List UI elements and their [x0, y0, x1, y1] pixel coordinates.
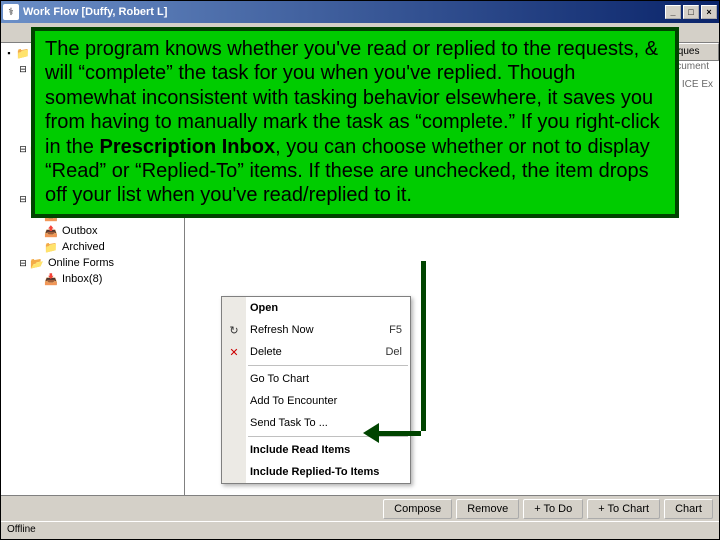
folder-icon: 📁	[15, 46, 31, 60]
outbox-icon: 📤	[43, 224, 59, 238]
inbox-icon: 📥	[43, 272, 59, 286]
close-button[interactable]: ×	[701, 5, 717, 19]
context-menu-separator	[248, 365, 408, 366]
tutorial-bold: Prescription Inbox	[99, 136, 275, 158]
bottom-toolbar: Compose Remove + To Do + To Chart Chart	[1, 495, 719, 521]
tree-item[interactable]: 📥Inbox(8)	[31, 271, 182, 287]
context-menu-shortcut: F5	[389, 324, 402, 336]
context-menu-label: Add To Encounter	[250, 395, 337, 407]
window-title: Work Flow [Duffy, Robert L]	[23, 6, 665, 18]
context-menu-item[interactable]: Open	[222, 297, 410, 319]
status-text: Offline	[7, 524, 36, 535]
tree-group[interactable]: ⊟📂Online Forms	[17, 255, 182, 271]
app-window: ⚕ Work Flow [Duffy, Robert L] _ □ × Docu…	[0, 0, 720, 540]
compose-button[interactable]: Compose	[383, 499, 452, 519]
context-menu-item[interactable]: Include Read Items	[222, 439, 410, 461]
context-menu: Open ↻ Refresh Now F5 ✕ Delete Del Go To Chart A…	[221, 296, 411, 484]
context-menu-label: Include Read Items	[250, 444, 350, 456]
folder-icon: 📂	[29, 256, 45, 270]
app-icon: ⚕	[3, 4, 19, 20]
tochart-button[interactable]: + To Chart	[587, 499, 660, 519]
context-menu-label: Go To Chart	[250, 373, 309, 385]
context-menu-item[interactable]: Add To Encounter	[222, 390, 410, 412]
context-menu-label: Include Replied-To Items	[250, 466, 379, 478]
tutorial-overlay: The program knows whether you've read or…	[31, 27, 679, 218]
context-menu-label: Delete	[250, 346, 282, 358]
tree-item[interactable]: 📁Archived	[31, 239, 182, 255]
context-menu-label: Open	[250, 302, 278, 314]
chart-button[interactable]: Chart	[664, 499, 713, 519]
context-menu-label: Refresh Now	[250, 324, 314, 336]
minimize-button[interactable]: _	[665, 5, 681, 19]
folder-icon: 📁	[43, 240, 59, 254]
maximize-button[interactable]: □	[683, 5, 699, 19]
context-menu-item[interactable]: ↻ Refresh Now F5	[222, 319, 410, 341]
context-menu-item[interactable]: Go To Chart	[222, 368, 410, 390]
tree-item[interactable]: 📤Outbox	[31, 223, 182, 239]
context-menu-icon: ✕	[226, 346, 242, 359]
context-menu-icon: ↻	[226, 324, 242, 337]
context-menu-label: Send Task To ...	[250, 417, 328, 429]
context-menu-item[interactable]: ✕ Delete Del	[222, 341, 410, 363]
context-menu-separator	[248, 436, 408, 437]
statusbar: Offline	[1, 521, 719, 539]
todo-button[interactable]: + To Do	[523, 499, 583, 519]
remove-button[interactable]: Remove	[456, 499, 519, 519]
context-menu-item[interactable]: Include Replied-To Items	[222, 461, 410, 483]
context-menu-shortcut: Del	[385, 346, 402, 358]
titlebar: ⚕ Work Flow [Duffy, Robert L] _ □ ×	[1, 1, 719, 23]
